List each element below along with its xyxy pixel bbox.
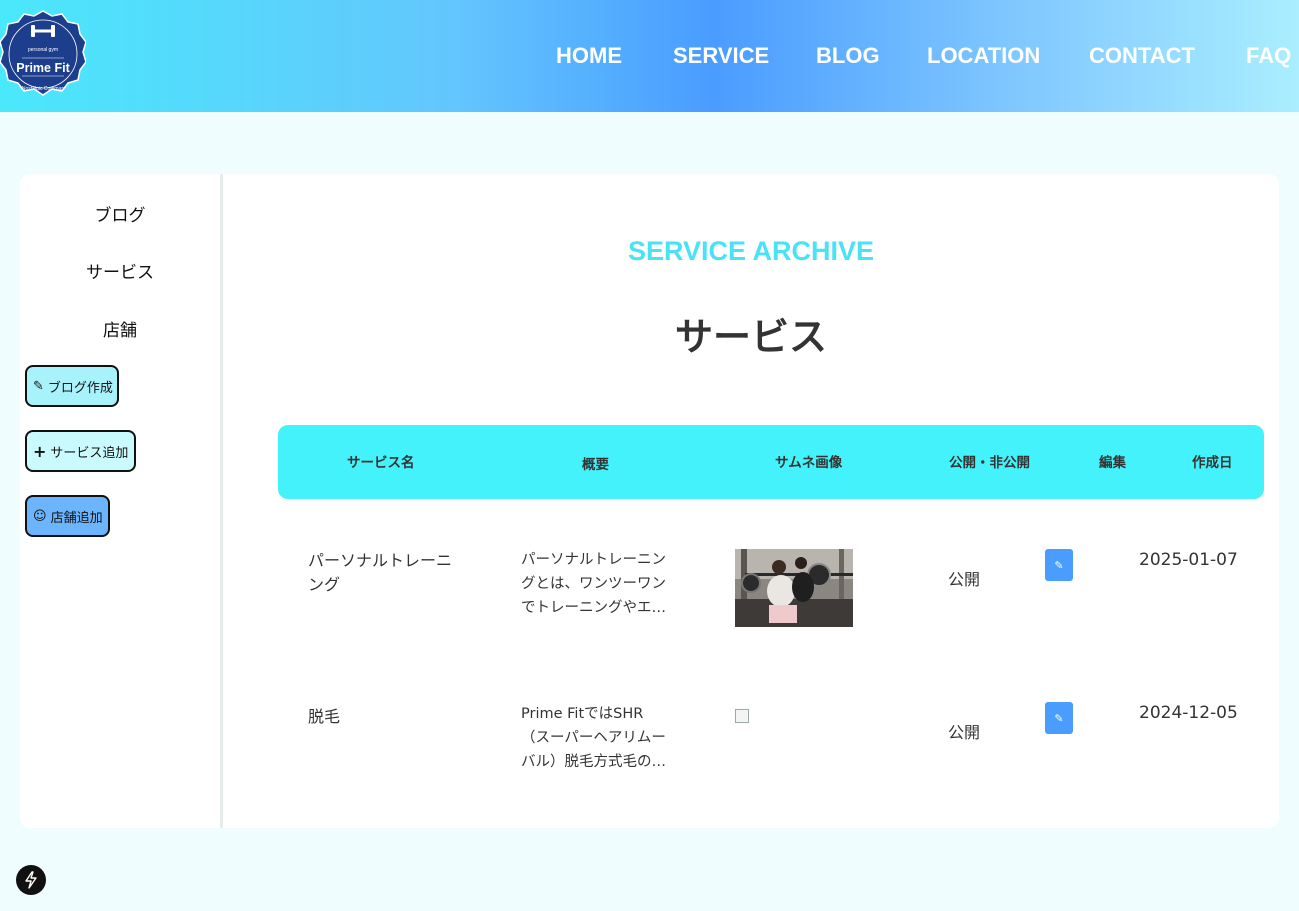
nav-service[interactable]: SERVICE	[673, 43, 769, 69]
pencil-icon: ✎	[1054, 558, 1064, 572]
sidebar-link-store[interactable]: 店舗	[20, 316, 220, 341]
nav-home[interactable]: HOME	[556, 43, 622, 69]
column-header-date: 作成日	[1192, 455, 1233, 471]
created-date: 2024-12-05	[1139, 703, 1238, 723]
pencil-icon: ✎	[33, 378, 44, 394]
service-summary: パーソナルトレーニングとは、ワンツーワンでトレーニングやエ…	[521, 552, 666, 616]
pencil-icon: ✎	[1054, 711, 1064, 725]
lightning-icon	[25, 871, 37, 889]
nav-faq[interactable]: FAQ	[1246, 43, 1291, 69]
sidebar-link-blog[interactable]: ブログ	[20, 201, 220, 226]
page-title: サービス	[674, 315, 827, 359]
logo-subtext: Nostalgic Comman	[21, 86, 65, 92]
logo-tagline: personal gym	[27, 47, 58, 53]
add-service-label: サービス追加	[50, 445, 129, 461]
admin-sidebar: ブログ サービス 店舗 ✎ ブログ作成 + サービス追加 ☺ 店舗追加	[20, 174, 223, 828]
column-header-summary: 概要	[582, 457, 609, 473]
create-blog-label: ブログ作成	[47, 380, 113, 396]
gym-photo-icon	[735, 549, 853, 627]
edit-button[interactable]: ✎	[1045, 702, 1073, 734]
create-blog-button[interactable]: ✎ ブログ作成	[25, 365, 119, 407]
column-header-status: 公開・非公開	[949, 455, 1030, 471]
column-header-name: サービス名	[347, 455, 415, 471]
smiley-icon: ☺	[33, 508, 47, 524]
broken-image-icon	[735, 709, 749, 723]
status-label: 公開	[948, 723, 981, 742]
logo[interactable]: personal gym Prime Fit Nostalgic Comman	[0, 10, 87, 102]
plus-icon: +	[33, 441, 47, 461]
add-store-button[interactable]: ☺ 店舗追加	[25, 495, 110, 537]
column-header-edit: 編集	[1099, 455, 1126, 471]
service-name: 脱毛	[308, 707, 341, 726]
status-label: 公開	[948, 570, 981, 589]
section-kicker: SERVICE ARCHIVE	[627, 236, 875, 266]
lightning-badge-button[interactable]	[16, 865, 46, 895]
nav-blog[interactable]: BLOG	[816, 43, 880, 69]
nav-location[interactable]: LOCATION	[927, 43, 1040, 69]
sidebar-link-service[interactable]: サービス	[20, 258, 220, 283]
add-store-label: 店舗追加	[50, 510, 103, 526]
service-summary: Prime FitではSHR（スーパーヘアリムーバル）脱毛方式毛の…	[521, 706, 666, 770]
nav-contact[interactable]: CONTACT	[1089, 43, 1195, 69]
logo-name: Prime Fit	[16, 61, 70, 75]
edit-button[interactable]: ✎	[1045, 549, 1073, 581]
site-header: personal gym Prime Fit Nostalgic Comman …	[0, 0, 1299, 112]
service-name: パーソナルトレーニング	[308, 551, 453, 594]
column-header-thumbnail: サムネ画像	[775, 455, 843, 471]
add-service-button[interactable]: + サービス追加	[25, 430, 136, 472]
service-thumbnail	[735, 549, 853, 627]
created-date: 2025-01-07	[1139, 550, 1238, 570]
